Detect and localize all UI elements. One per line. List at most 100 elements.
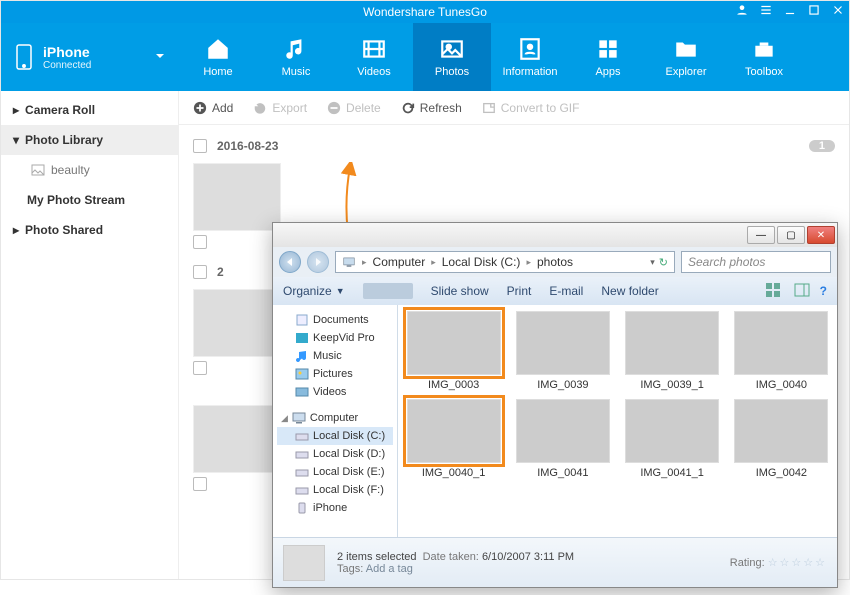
photo-checkbox[interactable]: [193, 235, 207, 249]
preview-pane-icon[interactable]: [794, 283, 810, 300]
file-thumb: [625, 311, 719, 375]
file-item[interactable]: IMG_0003: [402, 311, 505, 391]
nav-photos[interactable]: Photos: [413, 23, 491, 91]
maximize-icon[interactable]: [807, 3, 821, 17]
tree-item[interactable]: Videos: [277, 383, 393, 401]
add-button[interactable]: Add: [193, 101, 233, 115]
nav-explorer[interactable]: Explorer: [647, 23, 725, 91]
photo-thumb[interactable]: [193, 163, 281, 249]
file-item[interactable]: IMG_0041: [511, 399, 614, 479]
nav-apps[interactable]: Apps: [569, 23, 647, 91]
nav-back-button[interactable]: [279, 251, 301, 273]
rating-stars[interactable]: ☆☆☆☆☆: [768, 557, 827, 569]
sidebar-item-my-photo-stream[interactable]: My Photo Stream: [1, 185, 178, 215]
print-button[interactable]: Print: [507, 284, 532, 298]
nav-forward-button[interactable]: [307, 251, 329, 273]
tree-item[interactable]: KeepVid Pro: [277, 329, 393, 347]
crumb[interactable]: Local Disk (C:): [442, 255, 521, 269]
photo-checkbox[interactable]: [193, 477, 207, 491]
convert-gif-button[interactable]: Convert to GIF: [482, 101, 580, 115]
nav-information[interactable]: Information: [491, 23, 569, 91]
sidebar: ▸ Camera Roll ▾ Photo Library beaulty My…: [1, 91, 179, 579]
tree-item-computer[interactable]: ◢Computer: [277, 409, 393, 427]
refresh-button[interactable]: Refresh: [401, 101, 462, 115]
date-taken-value: 6/10/2007 3:11 PM: [482, 551, 574, 563]
tree-item[interactable]: Local Disk (C:): [277, 427, 393, 445]
photo-thumb[interactable]: [193, 289, 281, 375]
refresh-icon[interactable]: ↻: [659, 256, 668, 269]
photo-checkbox[interactable]: [193, 361, 207, 375]
chevron-right-icon: ▸: [431, 257, 436, 268]
minimize-icon[interactable]: [783, 3, 797, 17]
sidebar-item-camera-roll[interactable]: ▸ Camera Roll: [1, 95, 178, 125]
drive-icon: [295, 430, 309, 442]
slideshow-button[interactable]: Slide show: [431, 284, 489, 298]
tree-label: Local Disk (C:): [313, 430, 385, 442]
sidebar-item-photo-shared[interactable]: ▸ Photo Shared: [1, 215, 178, 245]
dropdown-icon[interactable]: ▾: [650, 257, 655, 268]
main-nav: Home Music Videos Photos Information App…: [179, 23, 803, 91]
file-thumb: [734, 311, 828, 375]
file-item[interactable]: IMG_0039_1: [621, 311, 724, 391]
help-icon[interactable]: ?: [820, 284, 827, 298]
selection-count: 2 items selected: [337, 551, 416, 563]
tags-value[interactable]: Add a tag: [366, 563, 413, 575]
user-icon[interactable]: [735, 3, 749, 17]
toolbar-label: Add: [212, 101, 233, 115]
nav-music[interactable]: Music: [257, 23, 335, 91]
file-item[interactable]: IMG_0039: [511, 311, 614, 391]
nav-toolbox[interactable]: Toolbox: [725, 23, 803, 91]
sidebar-item-photo-library[interactable]: ▾ Photo Library: [1, 125, 178, 155]
tree-item[interactable]: Pictures: [277, 365, 393, 383]
drive-icon: [295, 484, 309, 496]
photo-group-header[interactable]: 2016-08-23 1: [193, 139, 835, 153]
tree-item[interactable]: Music: [277, 347, 393, 365]
device-selector[interactable]: iPhone Connected: [1, 23, 179, 91]
crumb[interactable]: Computer: [373, 255, 426, 269]
document-icon: [295, 314, 309, 326]
menu-icon[interactable]: [759, 3, 773, 17]
breadcrumb[interactable]: ▸ Computer ▸ Local Disk (C:) ▸ photos ▾ …: [335, 251, 675, 273]
file-item[interactable]: IMG_0040: [730, 311, 833, 391]
tree-item[interactable]: iPhone: [277, 499, 393, 517]
tree-item[interactable]: Local Disk (E:): [277, 463, 393, 481]
photo-thumb[interactable]: [193, 405, 281, 491]
crumb[interactable]: photos: [537, 255, 573, 269]
group-checkbox[interactable]: [193, 139, 207, 153]
explorer-titlebar[interactable]: — ▢ ✕: [273, 223, 837, 247]
tree-label: Local Disk (D:): [313, 448, 385, 460]
file-pane[interactable]: IMG_0003 IMG_0039 IMG_0039_1 IMG_0040 IM…: [398, 305, 837, 537]
sidebar-item-beaulty[interactable]: beaulty: [1, 155, 178, 185]
nav-tree: Documents KeepVid Pro Music Pictures Vid…: [273, 305, 398, 537]
close-icon[interactable]: [831, 3, 845, 17]
maximize-button[interactable]: ▢: [777, 226, 805, 244]
email-button[interactable]: E-mail: [549, 284, 583, 298]
nav-videos[interactable]: Videos: [335, 23, 413, 91]
file-thumb: [516, 399, 610, 463]
file-item[interactable]: IMG_0040_1: [402, 399, 505, 479]
file-item[interactable]: IMG_0041_1: [621, 399, 724, 479]
tree-item[interactable]: Local Disk (D:): [277, 445, 393, 463]
view-options-icon[interactable]: [766, 283, 784, 300]
group-checkbox[interactable]: [193, 265, 207, 279]
delete-button[interactable]: Delete: [327, 101, 381, 115]
tree-item[interactable]: Documents: [277, 311, 393, 329]
organize-menu[interactable]: Organize▼: [283, 284, 345, 298]
chevron-down-icon: ▼: [336, 286, 345, 296]
address-bar: ▸ Computer ▸ Local Disk (C:) ▸ photos ▾ …: [273, 247, 837, 277]
drive-icon: [295, 448, 309, 460]
newfolder-button[interactable]: New folder: [601, 284, 658, 298]
minimize-button[interactable]: —: [747, 226, 775, 244]
nav-home[interactable]: Home: [179, 23, 257, 91]
blurred-button[interactable]: [363, 283, 413, 299]
tree-label: KeepVid Pro: [313, 332, 375, 344]
photo-toolbar: Add Export Delete Refresh Convert to GIF: [179, 91, 849, 125]
status-bar: 2 items selected Date taken: 6/10/2007 3…: [273, 537, 837, 587]
tree-item[interactable]: Local Disk (F:): [277, 481, 393, 499]
chevron-down-icon: [155, 48, 165, 66]
close-button[interactable]: ✕: [807, 226, 835, 244]
file-item[interactable]: IMG_0042: [730, 399, 833, 479]
export-button[interactable]: Export: [253, 101, 307, 115]
photo-image: [193, 405, 281, 473]
search-input[interactable]: Search photos: [681, 251, 831, 273]
